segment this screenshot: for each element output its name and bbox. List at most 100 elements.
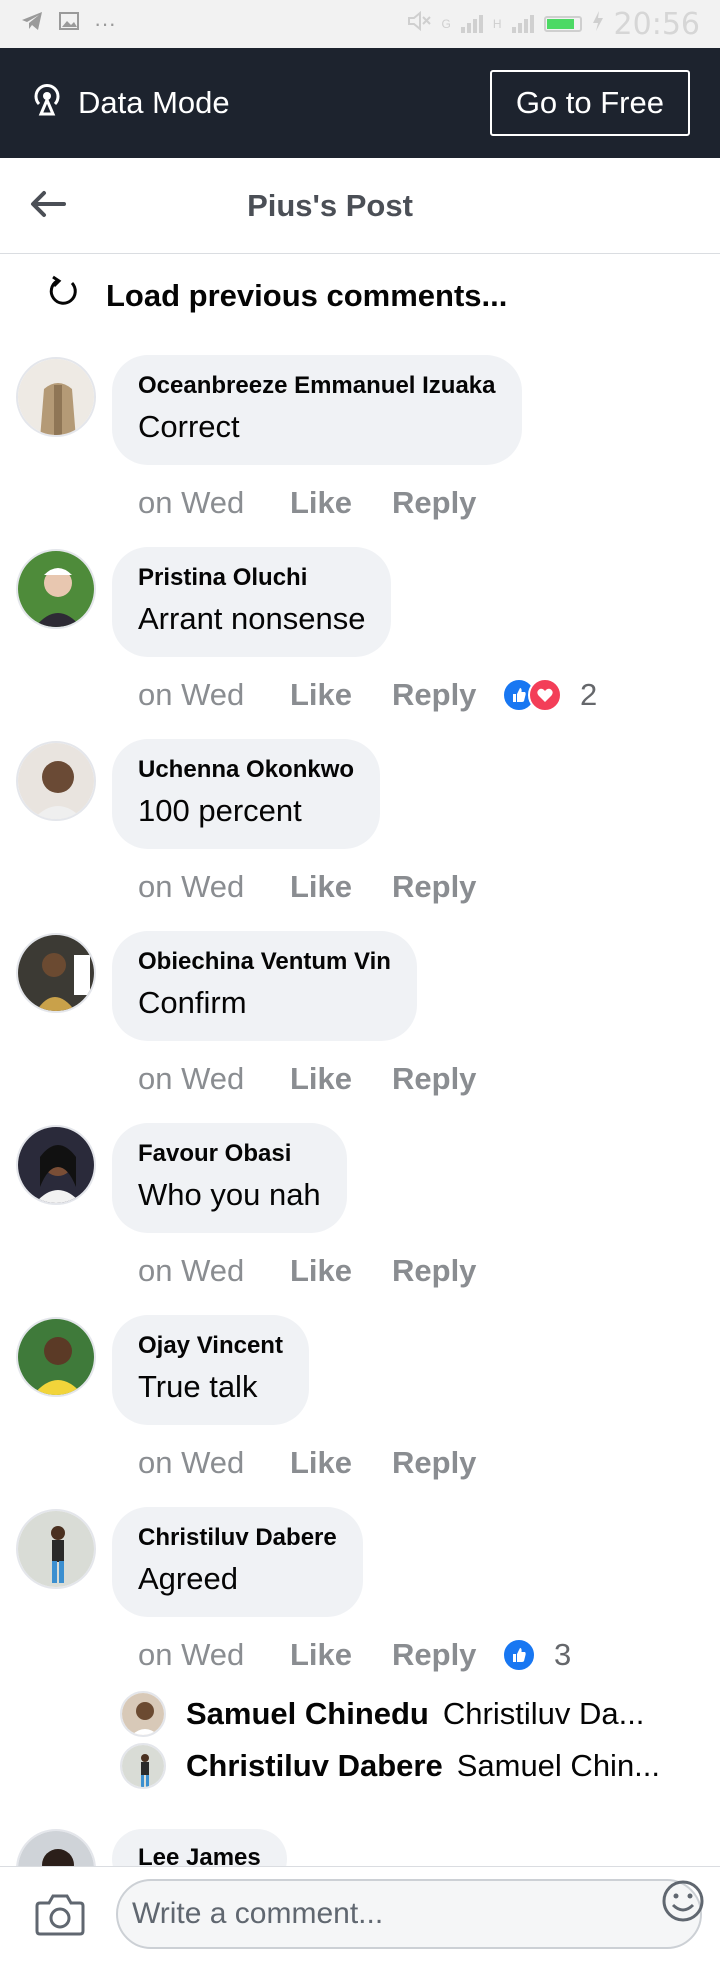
comment-composer: Write a comment... xyxy=(0,1866,720,1961)
comment-input[interactable]: Write a comment... xyxy=(116,1879,702,1949)
more-notifications-icon: ··· xyxy=(94,11,116,36)
avatar[interactable] xyxy=(16,741,96,821)
reply-button[interactable]: Reply xyxy=(392,485,502,521)
reply-button[interactable]: Reply xyxy=(392,1061,502,1097)
comment-author[interactable]: Uchenna Okonkwo xyxy=(138,755,354,785)
comment-text: Correct xyxy=(138,409,240,444)
comment-time: on Wed xyxy=(138,869,245,904)
comment-time: on Wed xyxy=(138,1253,245,1288)
comment-author[interactable]: Oceanbreeze Emmanuel Izuaka xyxy=(138,371,496,401)
network-type-label-2: H xyxy=(492,17,502,31)
comment-author[interactable]: Obiechina Ventum Vin xyxy=(138,947,391,977)
data-mode-indicator: Data Mode xyxy=(30,82,230,124)
like-reaction-icon xyxy=(502,1638,536,1672)
reply-author: Samuel Chinedu xyxy=(186,1696,429,1731)
reaction-count: 3 xyxy=(554,1637,572,1672)
avatar[interactable] xyxy=(16,549,96,629)
comment-bubble: Obiechina Ventum Vin Confirm xyxy=(112,931,417,1041)
comment-time: on Wed xyxy=(138,677,245,712)
comment-bubble: Oceanbreeze Emmanuel Izuaka Correct xyxy=(112,355,522,465)
camera-icon xyxy=(34,1894,86,1941)
telegram-icon xyxy=(20,10,44,38)
comment-time: on Wed xyxy=(138,1445,245,1480)
comment-text: Arrant nonsense xyxy=(138,601,366,636)
avatar xyxy=(120,1691,166,1737)
comment-bubble: Uchenna Okonkwo 100 percent xyxy=(112,739,381,849)
comment-actions: on Wed Like Reply 2 xyxy=(138,673,597,717)
reply-button[interactable]: Reply xyxy=(392,1445,502,1481)
reaction-summary[interactable]: 3 xyxy=(502,1637,571,1673)
comment-actions: on Wed Like Reply xyxy=(138,1249,502,1293)
comment-bubble: Pristina Oluchi Arrant nonsense xyxy=(112,547,392,657)
comment-text: Agreed xyxy=(138,1561,238,1596)
comment-bubble: Ojay Vincent True talk xyxy=(112,1315,309,1425)
like-button[interactable]: Like xyxy=(290,677,392,713)
signal-icon xyxy=(460,15,483,33)
reply-text: Christiluv Da... xyxy=(442,1696,645,1731)
avatar[interactable] xyxy=(16,1317,96,1397)
avatar[interactable] xyxy=(16,933,96,1013)
charging-icon xyxy=(592,10,604,38)
network-type-label: G xyxy=(441,17,451,31)
reply-text: Samuel Chin... xyxy=(456,1748,661,1783)
emoji-button[interactable] xyxy=(660,1878,706,1924)
avatar[interactable] xyxy=(16,1125,96,1205)
comment-actions: on Wed Like Reply xyxy=(138,481,502,525)
battery-icon xyxy=(543,16,582,32)
like-button[interactable]: Like xyxy=(290,1061,392,1097)
status-bar: ··· G H 20:56 xyxy=(0,0,720,48)
comment-text: Confirm xyxy=(138,985,247,1020)
reaction-count: 2 xyxy=(580,677,598,712)
go-to-free-button[interactable]: Go to Free xyxy=(489,70,690,136)
back-button[interactable] xyxy=(26,184,70,228)
load-previous-label: Load previous comments... xyxy=(106,278,508,313)
like-button[interactable]: Like xyxy=(290,1445,392,1481)
mute-icon xyxy=(406,9,432,39)
avatar xyxy=(120,1743,166,1789)
like-button[interactable]: Like xyxy=(290,485,392,521)
comment-author[interactable]: Pristina Oluchi xyxy=(138,563,365,593)
comment-actions: on Wed Like Reply xyxy=(138,1441,502,1485)
clock: 20:56 xyxy=(613,6,700,42)
reply-button[interactable]: Reply xyxy=(392,869,502,905)
comment-actions: on Wed Like Reply xyxy=(138,1057,502,1101)
reply-preview[interactable]: Christiluv Dabere Samuel Chin... xyxy=(120,1741,660,1791)
refresh-icon xyxy=(44,273,82,319)
comment-text: 100 percent xyxy=(138,793,302,828)
post-header: Pius's Post xyxy=(0,158,720,254)
page-title: Pius's Post xyxy=(247,187,413,223)
reply-button[interactable]: Reply xyxy=(392,1253,502,1289)
reply-button[interactable]: Reply xyxy=(392,1637,502,1673)
comment-bubble: Favour Obasi Who you nah xyxy=(112,1123,347,1233)
comment-text: True talk xyxy=(138,1369,258,1404)
gallery-icon xyxy=(58,10,80,38)
comment-time: on Wed xyxy=(138,1061,245,1096)
comment-text: Who you nah xyxy=(138,1177,321,1212)
comment-bubble: Christiluv Dabere Agreed xyxy=(112,1507,363,1617)
avatar[interactable] xyxy=(16,1509,96,1589)
comment-time: on Wed xyxy=(138,485,245,520)
comment-time: on Wed xyxy=(138,1637,245,1672)
load-previous-comments-button[interactable]: Load previous comments... xyxy=(44,268,507,324)
comment-actions: on Wed Like Reply 3 xyxy=(138,1633,571,1677)
avatar[interactable] xyxy=(16,357,96,437)
comment-author[interactable]: Ojay Vincent xyxy=(138,1331,283,1361)
comment-actions: on Wed Like Reply xyxy=(138,865,502,909)
reply-button[interactable]: Reply xyxy=(392,677,502,713)
like-button[interactable]: Like xyxy=(290,869,392,905)
like-button[interactable]: Like xyxy=(290,1253,392,1289)
comment-author[interactable]: Christiluv Dabere xyxy=(138,1523,337,1553)
signal-icon-2 xyxy=(511,15,534,33)
broadcast-icon xyxy=(30,82,64,124)
reaction-summary[interactable]: 2 xyxy=(502,677,597,713)
data-mode-label: Data Mode xyxy=(78,85,230,120)
comment-author[interactable]: Favour Obasi xyxy=(138,1139,321,1169)
camera-button[interactable] xyxy=(34,1891,86,1937)
love-reaction-icon xyxy=(528,678,562,712)
data-mode-banner: Data Mode Go to Free xyxy=(0,48,720,158)
arrow-left-icon xyxy=(30,190,66,223)
like-button[interactable]: Like xyxy=(290,1637,392,1673)
smiley-icon xyxy=(660,1880,706,1928)
reply-author: Christiluv Dabere xyxy=(186,1748,443,1783)
reply-preview[interactable]: Samuel Chinedu Christiluv Da... xyxy=(120,1689,644,1739)
